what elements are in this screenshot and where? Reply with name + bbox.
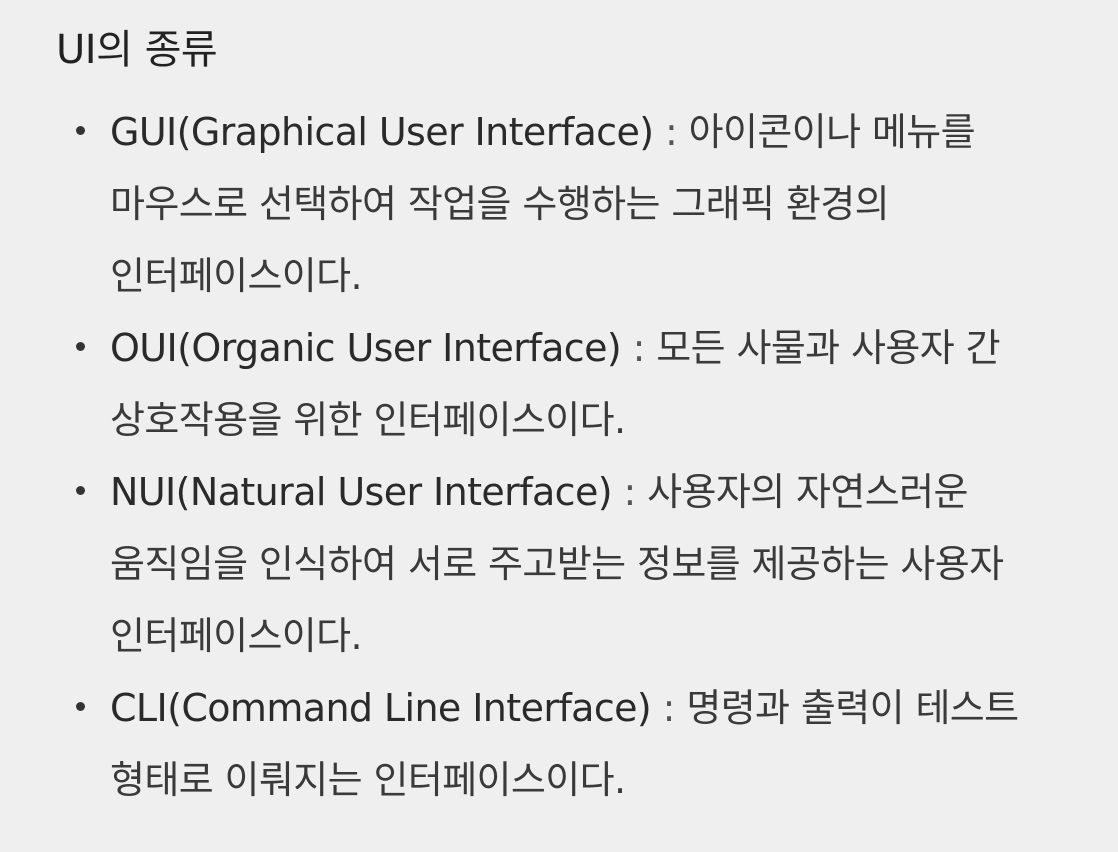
list-item-cli: CLI(Command Line Interface) : 명령과 출력이 테스… bbox=[68, 672, 1090, 816]
page-title: UI의 종류 bbox=[56, 27, 218, 73]
slide-page: UI의 종류 GUI(Graphical User Interface) : 아… bbox=[0, 0, 1118, 852]
item-term: CLI(Command Line Interface) bbox=[110, 686, 652, 730]
item-separator: : bbox=[621, 326, 657, 370]
item-term: NUI(Natural User Interface) bbox=[110, 470, 613, 514]
item-separator: : bbox=[653, 110, 689, 154]
item-term: GUI(Graphical User Interface) bbox=[110, 110, 654, 154]
bullet-icon bbox=[76, 486, 85, 495]
ui-type-list: GUI(Graphical User Interface) : 아이콘이나 메뉴… bbox=[56, 96, 1078, 816]
item-text: GUI(Graphical User Interface) : 아이콘이나 메뉴… bbox=[110, 96, 1090, 312]
item-text: OUI(Organic User Interface) : 모든 사물과 사용자… bbox=[110, 312, 1090, 456]
list-item-oui: OUI(Organic User Interface) : 모든 사물과 사용자… bbox=[68, 312, 1090, 456]
item-term: OUI(Organic User Interface) bbox=[110, 326, 622, 370]
item-separator: : bbox=[611, 470, 648, 514]
item-text: CLI(Command Line Interface) : 명령과 출력이 테스… bbox=[110, 672, 1090, 816]
item-text: NUI(Natural User Interface) : 사용자의 자연스러운… bbox=[110, 456, 1090, 672]
bullet-icon bbox=[76, 126, 85, 135]
bullet-icon bbox=[76, 342, 85, 351]
list-item-nui: NUI(Natural User Interface) : 사용자의 자연스러운… bbox=[68, 456, 1090, 672]
list-item-gui: GUI(Graphical User Interface) : 아이콘이나 메뉴… bbox=[68, 96, 1090, 312]
bullet-icon bbox=[76, 702, 85, 711]
item-separator: : bbox=[651, 686, 687, 730]
